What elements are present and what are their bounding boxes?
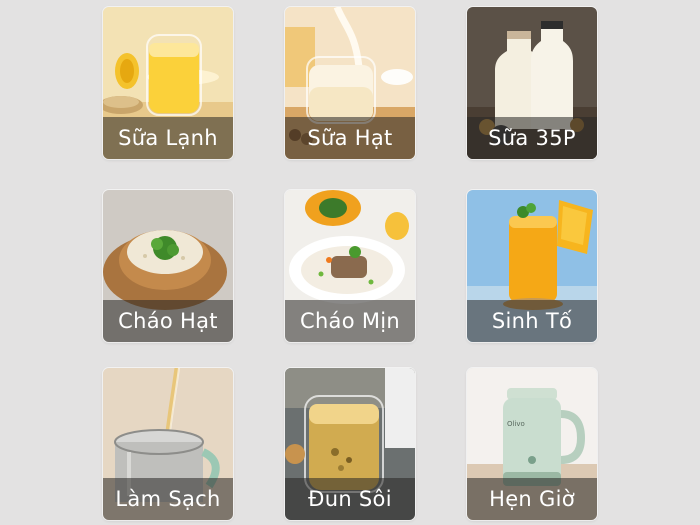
program-tile-smoothie[interactable]: Sinh Tố — [467, 190, 597, 342]
program-tile-smooth-porridge[interactable]: Cháo Mịn — [285, 190, 415, 342]
program-label: Đun Sôi — [285, 478, 415, 520]
program-tile-grain-porridge[interactable]: Cháo Hạt — [103, 190, 233, 342]
program-label: Sinh Tố — [467, 300, 597, 342]
program-tile-boil[interactable]: Đun Sôi — [285, 368, 415, 520]
program-tile-timer[interactable]: Olivo Hẹn Giờ — [467, 368, 597, 520]
program-label: Cháo Hạt — [103, 300, 233, 342]
program-label: Hẹn Giờ — [467, 478, 597, 520]
program-tile-clean[interactable]: Làm Sạch — [103, 368, 233, 520]
program-menu-grid: Sữa Lạnh Sữa Hạt Sữa 35P Cháo Hạt Cháo M… — [0, 0, 700, 525]
program-label: Sữa Hạt — [285, 117, 415, 159]
program-tile-cold-milk[interactable]: Sữa Lạnh — [103, 7, 233, 159]
svg-text:Olivo: Olivo — [507, 420, 525, 428]
program-label: Sữa 35P — [467, 117, 597, 159]
program-label: Làm Sạch — [103, 478, 233, 520]
program-label: Sữa Lạnh — [103, 117, 233, 159]
program-tile-nut-milk[interactable]: Sữa Hạt — [285, 7, 415, 159]
program-label: Cháo Mịn — [285, 300, 415, 342]
program-tile-milk-35[interactable]: Sữa 35P — [467, 7, 597, 159]
